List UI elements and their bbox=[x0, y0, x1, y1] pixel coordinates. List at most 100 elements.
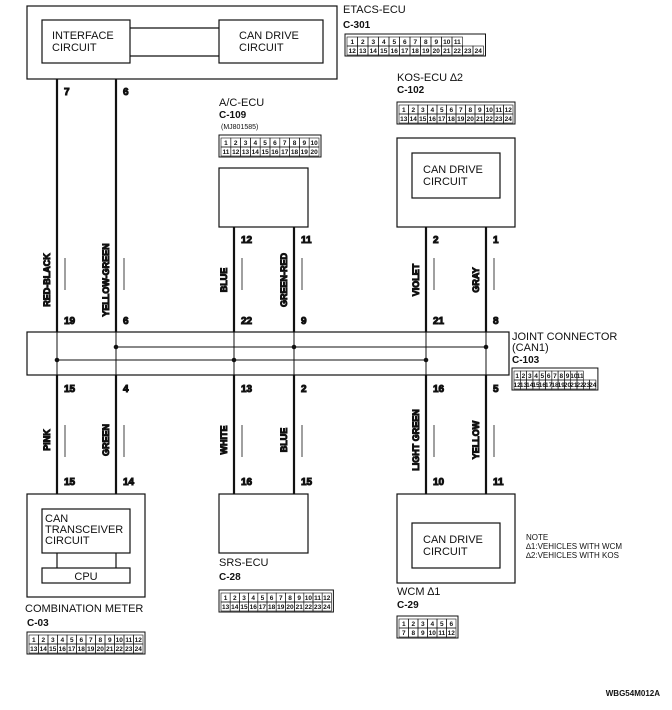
pin-label: 16 bbox=[241, 477, 253, 488]
connector-pin: 22 bbox=[454, 48, 462, 55]
wire-color-label: RED-BLACK bbox=[42, 253, 52, 307]
connector-pin: 12 bbox=[505, 107, 513, 114]
connector-pin: 2 bbox=[411, 107, 415, 114]
connector-pin: 4 bbox=[60, 637, 64, 644]
combination-meter-name: COMBINATION METER bbox=[25, 603, 143, 615]
connector-pin: 18 bbox=[78, 646, 86, 653]
pin-label: 15 bbox=[64, 384, 76, 395]
connector-pin: 2 bbox=[522, 373, 526, 380]
wire-color-label: WHITE bbox=[219, 426, 229, 455]
connector-pin: 23 bbox=[495, 116, 503, 123]
connector-pin: 20 bbox=[310, 149, 318, 156]
pin-label: 1 bbox=[493, 235, 499, 246]
connector-pin: 8 bbox=[411, 630, 415, 637]
connector-pin: 18 bbox=[291, 149, 299, 156]
ac-part-number: (MJ801585) bbox=[221, 124, 258, 131]
connector-pin: 5 bbox=[541, 373, 545, 380]
connector-pin: 21 bbox=[476, 116, 484, 123]
connector-pin: 23 bbox=[314, 604, 322, 611]
connector-pin: 6 bbox=[547, 373, 551, 380]
connector-pin: 3 bbox=[242, 595, 246, 602]
connector-pin: 16 bbox=[250, 604, 258, 611]
connector-pin: 4 bbox=[251, 595, 255, 602]
connector-pin: 11 bbox=[222, 149, 229, 156]
connector-pin: 18 bbox=[268, 604, 276, 611]
connector-pin: 21 bbox=[106, 646, 114, 653]
connector-pin: 3 bbox=[244, 140, 248, 147]
diagram-canvas: 719RED-BLACK66YELLOW-GREEN1222BLUE119GRE… bbox=[25, 4, 660, 698]
connector-pin: 19 bbox=[301, 149, 309, 156]
pin-label: 11 bbox=[493, 477, 504, 488]
connector-pin: 23 bbox=[464, 48, 472, 55]
connector-pin: 17 bbox=[401, 48, 409, 55]
wire-color-label: BLUE bbox=[279, 428, 289, 453]
connector-pin: 3 bbox=[371, 39, 375, 46]
connector-pin: 5 bbox=[440, 107, 444, 114]
connector-pin: 4 bbox=[534, 373, 538, 380]
connector-pin: 5 bbox=[70, 637, 74, 644]
connector-pin: 3 bbox=[421, 107, 425, 114]
pin-label: 4 bbox=[123, 384, 129, 395]
connector-pin: 14 bbox=[231, 604, 239, 611]
connector-pin: 9 bbox=[478, 107, 482, 114]
pin-label: 9 bbox=[301, 316, 307, 327]
connector-pin: 24 bbox=[323, 604, 331, 611]
connector-pin: 23 bbox=[125, 646, 133, 653]
connector-pin: 9 bbox=[421, 630, 425, 637]
srs-ecu-name: SRS-ECU bbox=[219, 557, 269, 569]
connector-pin: 20 bbox=[97, 646, 105, 653]
connector-pin: 12 bbox=[232, 149, 240, 156]
connector-pin: 14 bbox=[40, 646, 48, 653]
connector-pin: 5 bbox=[440, 621, 444, 628]
connector-pin: 7 bbox=[413, 39, 417, 46]
connector-pin: 5 bbox=[392, 39, 396, 46]
connector-pin: 15 bbox=[49, 646, 57, 653]
connector-pin: 24 bbox=[589, 382, 597, 389]
wcm-name: WCM ∆1 bbox=[397, 586, 440, 598]
note-title: NOTE bbox=[526, 533, 548, 542]
cpu-label: CPU bbox=[74, 571, 97, 583]
wire-color-label: VIOLET bbox=[411, 263, 421, 296]
connector-pin: 7 bbox=[283, 140, 287, 147]
connector-pin: 13 bbox=[30, 646, 38, 653]
connector-pin: 20 bbox=[286, 604, 294, 611]
connector-pin: 1 bbox=[32, 637, 36, 644]
joint-connector-sub: (CAN1) bbox=[512, 342, 549, 354]
connector-pin: 1 bbox=[402, 107, 406, 114]
connector-pin: 18 bbox=[448, 116, 456, 123]
connector-pin: 1 bbox=[402, 621, 406, 628]
figure-id: WBG54M012A bbox=[606, 689, 660, 698]
connector-pin: 4 bbox=[430, 107, 434, 114]
connector-pin: 7 bbox=[89, 637, 93, 644]
pin-label: 5 bbox=[493, 384, 499, 395]
connector-pin: 9 bbox=[434, 39, 438, 46]
connector-pin: 1 bbox=[515, 373, 519, 380]
connector-pin: 11 bbox=[314, 595, 321, 602]
connector-pin: 24 bbox=[505, 116, 513, 123]
wire-color-label: YELLOW-GREEN bbox=[101, 243, 111, 316]
pin-label: 10 bbox=[433, 477, 445, 488]
connector-pin: 15 bbox=[380, 48, 388, 55]
connector-pin: 17 bbox=[281, 149, 289, 156]
pin-label: 6 bbox=[123, 87, 129, 98]
connector-pin: 15 bbox=[419, 116, 427, 123]
connector-pin: 8 bbox=[559, 373, 563, 380]
connector-pin: 13 bbox=[222, 604, 230, 611]
connector-pin: 22 bbox=[305, 604, 313, 611]
connector-pin: 6 bbox=[403, 39, 407, 46]
connector-pin: 11 bbox=[454, 39, 461, 46]
wire-color-label: PINK bbox=[42, 429, 52, 451]
joint-connector-id: C-103 bbox=[512, 355, 540, 366]
pin-label: 7 bbox=[64, 87, 70, 98]
connector-pin: 11 bbox=[438, 630, 445, 637]
connector-pin: 17 bbox=[259, 604, 267, 611]
pin-label: 6 bbox=[123, 316, 129, 327]
pin-label: 19 bbox=[64, 316, 76, 327]
etacs-can-drive-label: CAN DRIVE CIRCUIT bbox=[239, 30, 299, 54]
connector-pin: 22 bbox=[486, 116, 494, 123]
connector-pin: 6 bbox=[449, 107, 453, 114]
connector-pin: 1 bbox=[350, 39, 354, 46]
note-line-2: ∆2:VEHICLES WITH KOS bbox=[526, 551, 619, 560]
connector-pin: 12 bbox=[349, 48, 357, 55]
connector-pin: 6 bbox=[270, 595, 274, 602]
